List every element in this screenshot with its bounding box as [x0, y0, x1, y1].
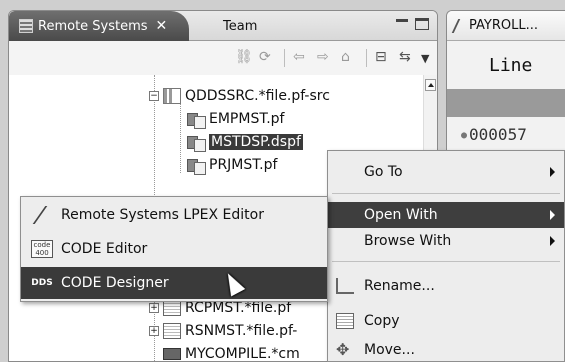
submenu-arrow-icon — [550, 210, 555, 220]
tree-row[interactable]: EMPMST.pf — [187, 108, 285, 130]
menu-item-rename[interactable]: Rename... — [328, 273, 564, 299]
rename-icon — [336, 278, 354, 294]
menu-item-label: Rename... — [364, 278, 435, 294]
tree-row[interactable]: − QDDSSRC.*file.pf-src — [149, 85, 330, 107]
submenu-arrow-icon — [550, 167, 555, 177]
editor-tab-label: PAYROLL... — [469, 18, 538, 33]
file-icon — [163, 300, 181, 316]
menu-separator — [332, 261, 560, 262]
submenu-item-label: Remote Systems LPEX Editor — [61, 207, 264, 223]
copy-icon — [336, 313, 354, 329]
tab-remote-systems[interactable]: Remote Systems ✕ — [9, 11, 189, 41]
member-icon — [187, 111, 206, 129]
submenu-item-label: CODE Designer — [61, 275, 169, 291]
minimize-icon[interactable] — [395, 18, 409, 30]
tab-remote-systems-label: Remote Systems — [38, 18, 148, 34]
view-toolbar: ⛓ ⟳ ⇦ ⇨ ⌂ ⊟ ⇆ ▼ — [9, 41, 437, 75]
tree-row-label: MYCOMPILE.*cm — [185, 346, 300, 362]
menu-item-copy[interactable]: Copy — [328, 308, 564, 334]
menu-separator — [332, 193, 560, 194]
line-marker-icon: ● — [461, 130, 468, 141]
scroll-up-icon[interactable] — [425, 79, 436, 91]
back-icon[interactable]: ⇦ — [293, 49, 305, 65]
open-with-submenu: Remote Systems LPEX Editor code 400 CODE… — [20, 196, 328, 302]
home-icon[interactable]: ⌂ — [341, 49, 350, 65]
link-icon[interactable]: ⛓ — [235, 49, 253, 65]
menu-item-open-with[interactable]: Open With — [328, 202, 564, 228]
close-icon[interactable]: ✕ — [156, 18, 168, 34]
toolbar-separator — [366, 49, 367, 67]
submenu-arrow-icon — [550, 236, 555, 246]
tab-team[interactable]: Team — [205, 11, 257, 41]
member-icon — [187, 157, 206, 175]
tree-row-label: RCPMST.*file.pf — [185, 300, 292, 316]
tree-row-label: MSTDSP.dspf — [209, 134, 303, 150]
context-menu: Go To Open With Browse With Rename... Co… — [327, 150, 565, 362]
tree-row[interactable]: MYCOMPILE.*cm — [163, 343, 300, 362]
view-tab-bar: Remote Systems ✕ Team — [9, 11, 437, 41]
maximize-icon[interactable] — [415, 18, 429, 30]
command-icon — [163, 348, 181, 360]
lpex-editor-icon — [32, 206, 54, 224]
menu-item-label: Move... — [364, 342, 415, 358]
view-window-controls — [395, 18, 429, 30]
editor-ruler: Line — [489, 55, 533, 76]
pencil-icon — [451, 18, 469, 33]
menu-item-go-to[interactable]: Go To — [328, 159, 564, 185]
member-icon — [187, 134, 206, 152]
menu-item-label: Copy — [364, 313, 400, 329]
menu-item-label: Go To — [364, 164, 403, 180]
tab-team-label: Team — [223, 18, 258, 34]
refresh-icon[interactable]: ⟳ — [259, 49, 271, 65]
tree-row[interactable]: + RSNMST.*file.pf- — [149, 320, 297, 342]
code-designer-icon: DDS — [31, 278, 53, 288]
file-icon — [163, 323, 181, 339]
submenu-item-lpex-editor[interactable]: Remote Systems LPEX Editor — [21, 199, 327, 231]
editor-format-bar — [447, 89, 565, 117]
tree-row-label: RSNMST.*file.pf- — [185, 323, 298, 339]
submenu-item-code-editor[interactable]: code 400 CODE Editor — [21, 233, 327, 265]
tree-row-label: PRJMST.pf — [209, 157, 278, 173]
menu-item-move[interactable]: Move... — [328, 337, 564, 362]
menu-item-browse-with[interactable]: Browse With — [328, 228, 564, 254]
tree-row-label: EMPMST.pf — [209, 111, 285, 127]
remote-systems-icon — [19, 19, 33, 33]
editor-tab[interactable]: PAYROLL... — [447, 11, 565, 41]
code-editor-icon: code 400 — [31, 240, 53, 258]
toolbar-separator — [284, 49, 285, 67]
tree-row[interactable]: PRJMST.pf — [187, 154, 277, 176]
submenu-item-code-designer[interactable]: DDS CODE Designer — [21, 267, 327, 299]
menu-item-label: Browse With — [364, 233, 452, 249]
view-menu-icon[interactable]: ▼ — [421, 52, 429, 65]
sync-icon[interactable]: ⇆ — [399, 49, 411, 65]
tree-row-selected[interactable]: MSTDSP.dspf — [187, 131, 303, 153]
line-number: 000057 — [469, 125, 527, 144]
submenu-item-label: CODE Editor — [61, 241, 148, 257]
tree-row-label: QDDSSRC.*file.pf-src — [185, 88, 330, 104]
expand-toggle[interactable]: + — [149, 326, 159, 336]
move-icon — [336, 340, 354, 359]
forward-icon[interactable]: ⇨ — [317, 49, 329, 65]
collapse-toggle[interactable]: − — [149, 91, 159, 101]
editor-line[interactable]: ● 000057 — [447, 125, 565, 144]
collapse-icon[interactable]: ⊟ — [375, 49, 387, 65]
menu-item-label: Open With — [364, 207, 438, 223]
expand-toggle[interactable]: + — [149, 303, 159, 313]
source-file-icon — [163, 88, 181, 104]
